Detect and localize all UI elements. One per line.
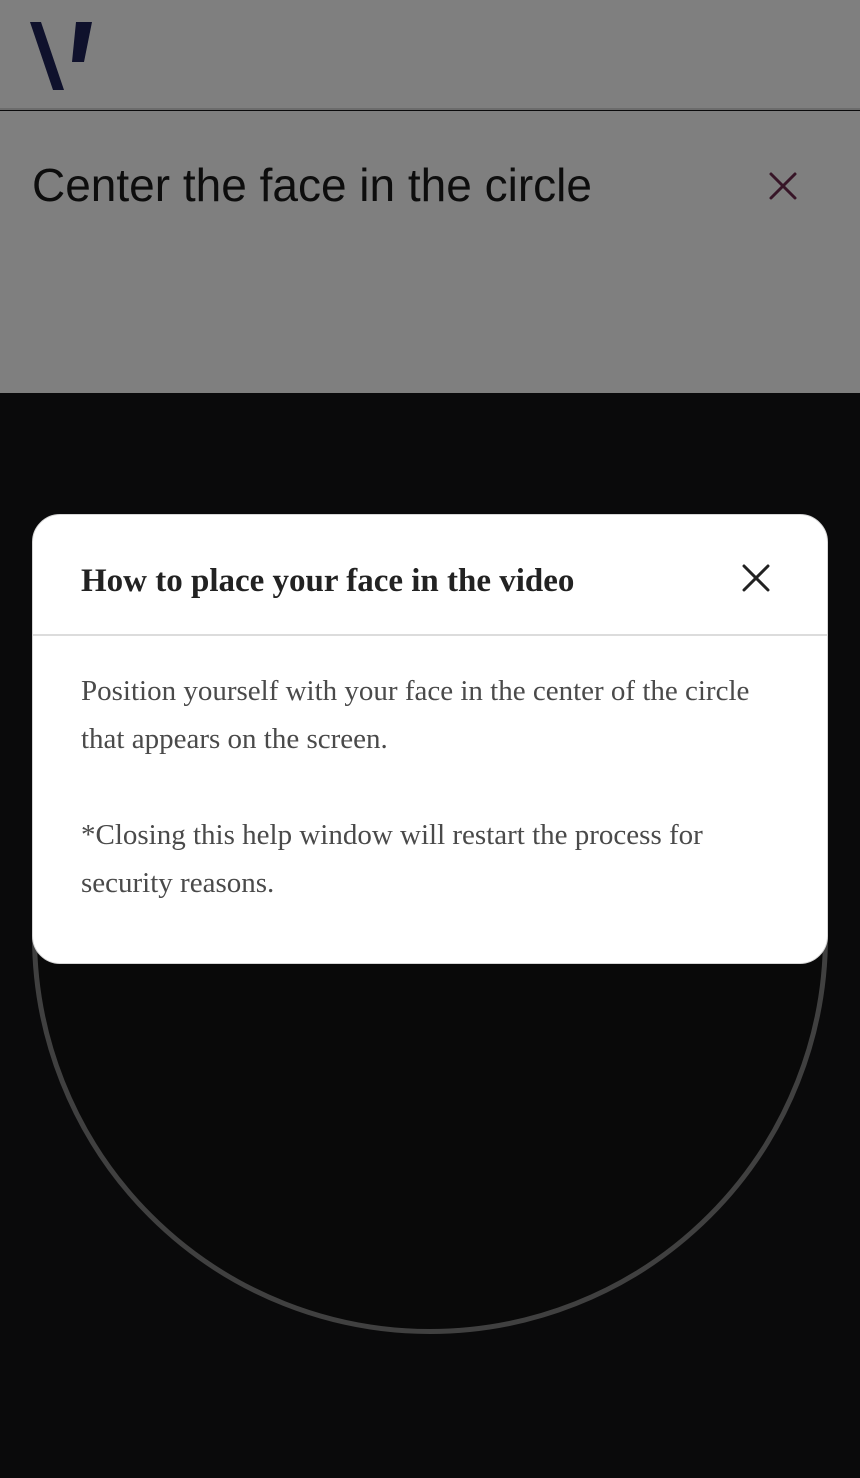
close-icon[interactable] xyxy=(739,561,773,595)
modal-header: How to place your face in the video xyxy=(33,515,827,636)
modal-body: Position yourself with your face in the … xyxy=(81,667,781,907)
help-modal: How to place your face in the video Posi… xyxy=(32,514,828,964)
modal-title: How to place your face in the video xyxy=(81,563,575,599)
modal-instruction-text: Position yourself with your face in the … xyxy=(81,675,750,755)
modal-warning-text: *Closing this help window will restart t… xyxy=(81,819,703,899)
face-capture-screen: Center the face in the circle How to pla… xyxy=(0,0,860,1478)
